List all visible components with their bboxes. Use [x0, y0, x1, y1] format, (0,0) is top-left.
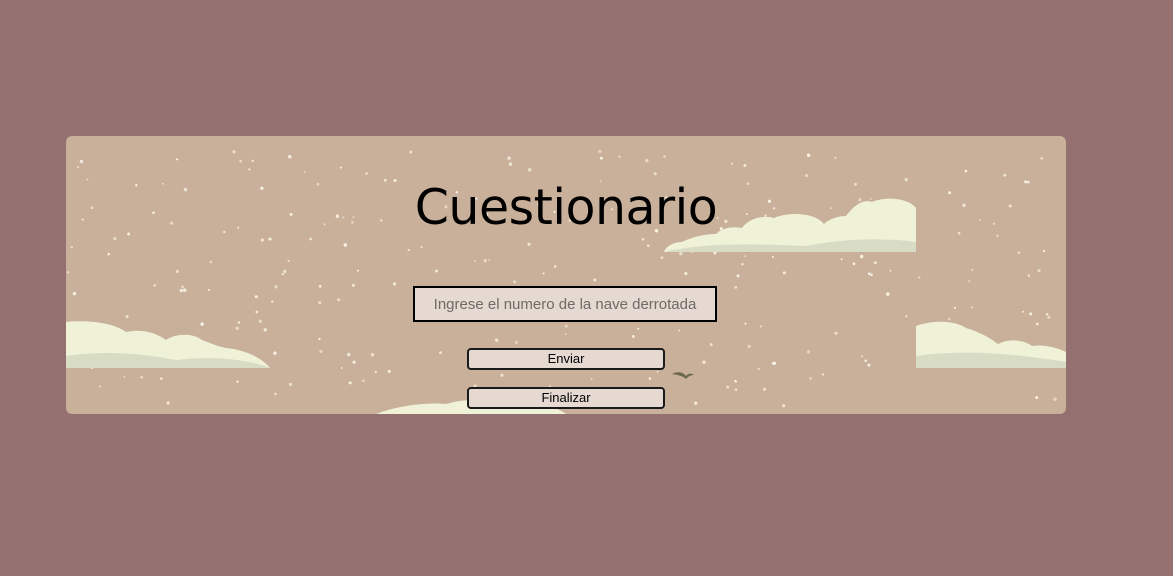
send-button[interactable]: Enviar [467, 348, 665, 370]
answer-input[interactable] [413, 286, 717, 322]
finish-button[interactable]: Finalizar [467, 387, 665, 409]
quiz-card: Cuestionario Enviar Finalizar [66, 136, 1066, 414]
page-title: Cuestionario [414, 179, 718, 236]
cloud-left-icon [66, 321, 270, 368]
cloud-right-icon [916, 321, 1066, 368]
bird-icon [672, 372, 694, 379]
